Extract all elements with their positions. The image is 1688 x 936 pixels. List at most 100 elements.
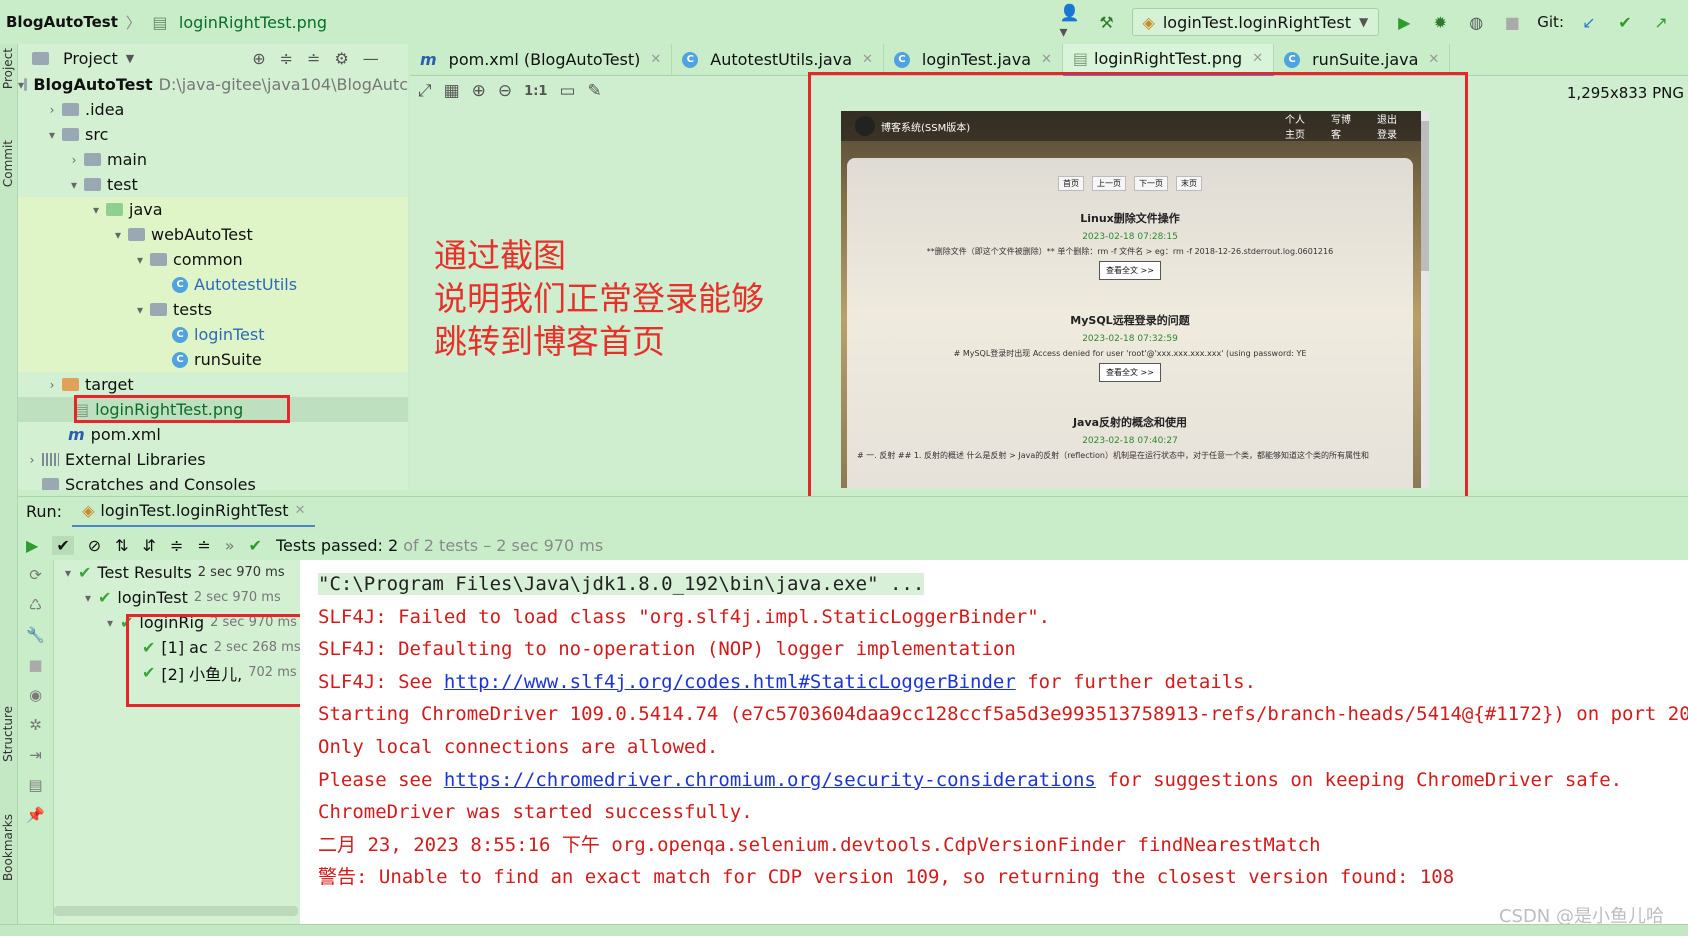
gutter-commit-tab[interactable]: Commit <box>1 140 15 187</box>
expand-all-icon[interactable]: ≑ <box>280 49 293 68</box>
console-line: 警告: Unable to find an exact match for CD… <box>318 866 1455 889</box>
zoom-in-icon[interactable]: ⊕ <box>472 81 486 101</box>
chevron-right-icon[interactable]: › <box>64 153 84 167</box>
color-picker-icon[interactable]: ✎ <box>588 81 602 101</box>
test-folder-icon <box>106 203 123 216</box>
tab-runsuite[interactable]: CrunSuite.java ✕ <box>1274 43 1451 76</box>
tree-item-main[interactable]: › main <box>18 147 408 172</box>
sort-alpha-icon[interactable]: ⇅ <box>115 536 128 555</box>
run-icon[interactable]: ▶ <box>1393 11 1415 33</box>
more-icon[interactable]: » <box>225 536 235 555</box>
git-update-icon[interactable]: ↙ <box>1578 11 1600 33</box>
close-icon[interactable]: ✕ <box>650 52 661 67</box>
gutter-structure-tab[interactable]: Structure <box>1 706 15 762</box>
console-line: SLF4J: Defaulting to no-operation (NOP) … <box>318 638 1016 661</box>
tree-item-java[interactable]: ▾ java <box>18 197 408 222</box>
show-passed-icon[interactable]: ✔ <box>52 535 74 555</box>
tab-autotestutils[interactable]: C AutotestUtils.java ✕ <box>672 43 884 76</box>
tab-loginrighttest-png[interactable]: ▤ loginRightTest.png ✕ <box>1062 43 1275 76</box>
project-panel-header: Project ▼ ⊕ ≑ ≐ ⚙ — <box>18 44 408 72</box>
gutter-project-tab[interactable]: Project <box>1 48 15 89</box>
tree-item-webautotest[interactable]: ▾ webAutoTest <box>18 222 408 247</box>
grid-icon[interactable]: ▦ <box>444 81 460 101</box>
locate-icon[interactable]: ⊕ <box>252 49 265 68</box>
tree-item-pom[interactable]: m pom.xml <box>18 422 408 447</box>
build-hammer-icon[interactable]: ⚒ <box>1096 11 1118 33</box>
tree-item-scratches[interactable]: Scratches and Consoles <box>18 472 408 490</box>
tree-item-external-libraries[interactable]: › External Libraries <box>18 447 408 472</box>
tree-item-project-root[interactable]: ▾ BlogAutoTest D:\java-gitee\java104\BlogA… <box>18 72 408 97</box>
actual-size-button[interactable]: 1:1 <box>524 84 547 99</box>
pin-icon[interactable]: 📌 <box>26 806 45 824</box>
layout-icon[interactable]: ▤ <box>28 776 42 794</box>
gear-icon[interactable]: ⚙ <box>334 49 348 68</box>
settings-icon[interactable]: ✲ <box>29 716 42 734</box>
sort-duration-icon[interactable]: ⇵ <box>143 536 156 555</box>
tree-item-target[interactable]: › target <box>18 372 408 397</box>
chevron-down-icon[interactable]: ▾ <box>42 128 62 142</box>
import-icon[interactable]: ⇥ <box>29 746 42 764</box>
close-icon[interactable]: ✕ <box>1041 52 1052 67</box>
fit-zoom-icon[interactable]: ⤢ <box>418 81 432 101</box>
gutter-bookmarks-tab[interactable]: Bookmarks <box>1 814 15 881</box>
chevron-down-icon[interactable]: ▾ <box>130 303 150 317</box>
chevron-right-icon[interactable]: › <box>42 103 62 117</box>
tree-item-runsuite[interactable]: CrunSuite <box>18 347 408 372</box>
background-icon[interactable]: ▭ <box>559 81 575 101</box>
git-commit-icon[interactable]: ✔ <box>1614 11 1636 33</box>
run-label: Run: <box>26 502 63 521</box>
minimize-icon[interactable]: — <box>363 49 379 68</box>
test-tree-scrollbar[interactable] <box>54 906 298 916</box>
expand-all-icon[interactable]: ≑ <box>170 536 183 555</box>
test-results-root[interactable]: ▾ ✔ Test Results 2 sec 970 ms <box>54 560 300 585</box>
tree-item-test[interactable]: ▾ test <box>18 172 408 197</box>
collapse-all-icon[interactable]: ≐ <box>307 49 320 68</box>
tree-item-src[interactable]: ▾ src <box>18 122 408 147</box>
stop-icon[interactable]: ■ <box>28 656 42 674</box>
tab-pom-xml[interactable]: m pom.xml (BlogAutoTest) ✕ <box>410 43 673 76</box>
chevron-down-icon[interactable]: ▾ <box>86 203 106 217</box>
chevron-down-icon[interactable]: ▾ <box>130 253 150 267</box>
chevron-down-icon[interactable]: ▾ <box>58 566 78 580</box>
coverage-icon[interactable]: ◍ <box>1465 11 1487 33</box>
console-link[interactable]: https://chromedriver.chromium.org/securi… <box>444 769 1096 791</box>
console-link[interactable]: http://www.slf4j.org/codes.html#StaticLo… <box>444 671 1016 693</box>
chevron-down-icon[interactable]: ▾ <box>100 616 120 630</box>
close-icon[interactable]: ✕ <box>1428 52 1439 67</box>
debug-icon[interactable]: ✹ <box>1429 11 1451 33</box>
test-node-class[interactable]: ▾ ✔ loginTest 2 sec 970 ms <box>54 585 300 610</box>
tree-item-tests[interactable]: ▾ tests <box>18 297 408 322</box>
stop-icon[interactable]: ■ <box>1501 11 1523 33</box>
console-output[interactable]: "C:\Program Files\Java\jdk1.8.0_192\bin\… <box>300 560 1688 924</box>
tree-item-common[interactable]: ▾ common <box>18 247 408 272</box>
project-panel-title[interactable]: Project <box>63 49 118 68</box>
chevron-right-icon[interactable]: › <box>42 378 62 392</box>
highlight-box-screenshot-file <box>74 395 290 423</box>
wrench-icon[interactable]: 🔧 <box>26 626 45 644</box>
show-ignored-icon[interactable]: ⊘ <box>88 536 101 555</box>
close-icon[interactable]: ✕ <box>295 503 306 518</box>
toggle-autotest-icon[interactable]: ♺ <box>29 596 42 614</box>
chevron-down-icon[interactable]: ▼ <box>126 52 134 65</box>
zoom-out-icon[interactable]: ⊖ <box>498 81 512 101</box>
chevron-down-icon[interactable]: ▾ <box>108 228 128 242</box>
chevron-down-icon[interactable]: ▾ <box>64 178 84 192</box>
user-icon[interactable]: 👤▾ <box>1060 3 1082 41</box>
close-icon[interactable]: ✕ <box>862 52 873 67</box>
breadcrumb-file[interactable]: loginRightTest.png <box>179 13 327 32</box>
run-tab[interactable]: ◈ loginTest.loginRightTest ✕ <box>72 497 316 527</box>
git-push-icon[interactable]: ↗ <box>1650 11 1672 33</box>
tree-item-autotestutils[interactable]: C AutotestUtils <box>18 272 408 297</box>
run-config-selector[interactable]: ◈ loginTest.loginRightTest ▼ <box>1131 8 1380 36</box>
close-icon[interactable]: ✕ <box>1252 51 1263 66</box>
rerun-failed-icon[interactable]: ⟳ <box>29 566 42 584</box>
tree-item-logintest[interactable]: CloginTest <box>18 322 408 347</box>
tab-logintest[interactable]: CloginTest.java ✕ <box>884 43 1063 76</box>
camera-icon[interactable]: ◉ <box>29 686 42 704</box>
tree-item-idea[interactable]: › .idea <box>18 97 408 122</box>
chevron-down-icon[interactable]: ▾ <box>78 591 98 605</box>
breadcrumb-project[interactable]: BlogAutoTest <box>6 13 118 31</box>
collapse-all-icon[interactable]: ≐ <box>197 536 210 555</box>
rerun-icon[interactable]: ▶ <box>26 536 38 555</box>
chevron-right-icon[interactable]: › <box>22 453 42 467</box>
